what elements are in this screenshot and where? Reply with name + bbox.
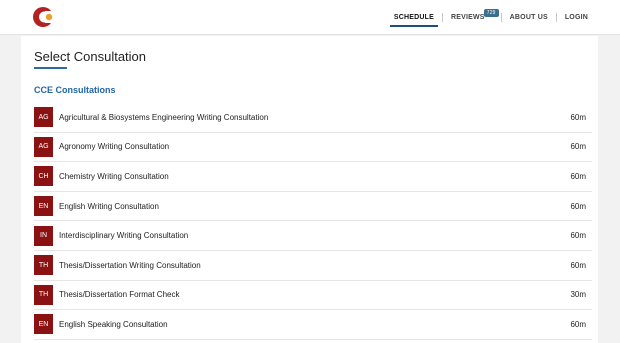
consultation-row[interactable]: EN English Speaking Consultation 60m [34, 310, 592, 340]
top-navbar: SCHEDULE REVIEWS 729 ABOUT US LOGIN [0, 0, 620, 35]
consultation-duration: 60m [570, 142, 586, 152]
consultation-row[interactable]: TH Thesis/Dissertation Format Check 30m [34, 281, 592, 311]
nav-login[interactable]: LOGIN [561, 0, 592, 35]
consultation-row[interactable]: IN Interdisciplinary Writing Consultatio… [34, 221, 592, 251]
section-title: CCE Consultations [34, 85, 116, 95]
nav-about-us[interactable]: ABOUT US [506, 0, 552, 35]
consultation-abbr-icon: EN [34, 314, 53, 335]
consultation-duration: 60m [570, 201, 586, 211]
consultation-duration: 60m [570, 171, 586, 181]
nav-reviews-label: REVIEWS [450, 14, 485, 21]
nav-reviews[interactable]: REVIEWS 729 [447, 0, 499, 35]
consultation-name: English Writing Consultation [59, 201, 159, 211]
nav-divider [441, 13, 443, 22]
consultation-row[interactable]: AG Agricultural & Biosystems Engineering… [34, 103, 592, 133]
consultation-abbr-icon: EN [34, 196, 53, 217]
consultation-name: Agronomy Writing Consultation [59, 142, 170, 152]
consultation-abbr-icon: IN [34, 225, 53, 246]
consultation-name: Thesis/Dissertation Format Check [59, 290, 180, 300]
nav-divider [500, 13, 502, 22]
consultation-row[interactable]: AG Agronomy Writing Consultation 60m [34, 133, 592, 163]
main-nav: SCHEDULE REVIEWS 729 ABOUT US LOGIN [389, 0, 592, 35]
consultation-row[interactable]: TH Thesis/Dissertation Writing Consultat… [34, 251, 592, 281]
consultation-name: Thesis/Dissertation Writing Consultation [59, 260, 201, 270]
consultation-abbr-icon: AG [34, 107, 53, 128]
nav-schedule[interactable]: SCHEDULE [389, 0, 439, 35]
consultation-abbr-icon: AG [34, 136, 53, 157]
brand-logo-icon[interactable] [32, 6, 54, 28]
page-title: Select Consultation [34, 49, 147, 64]
consultation-name: English Speaking Consultation [59, 319, 168, 329]
consultation-duration: 30m [570, 290, 586, 300]
reviews-count-badge: 729 [483, 9, 499, 17]
nav-divider [555, 13, 557, 22]
nav-about-label: ABOUT US [509, 14, 548, 21]
content-card: Select Consultation CCE Consultations AG… [21, 36, 598, 343]
consultation-row[interactable]: EN English Writing Consultation 60m [34, 192, 592, 222]
consultation-list: AG Agricultural & Biosystems Engineering… [34, 103, 592, 340]
nav-login-label: LOGIN [564, 14, 588, 21]
consultation-duration: 60m [570, 260, 586, 270]
consultation-abbr-icon: TH [34, 284, 53, 305]
consultation-abbr-icon: TH [34, 255, 53, 276]
consultation-duration: 60m [570, 319, 586, 329]
consultation-name: Interdisciplinary Writing Consultation [59, 231, 189, 241]
consultation-name: Chemistry Writing Consultation [59, 171, 169, 181]
consultation-row[interactable]: CH Chemistry Writing Consultation 60m [34, 162, 592, 192]
consultation-abbr-icon: CH [34, 166, 53, 187]
title-underline [34, 67, 67, 69]
consultation-duration: 60m [570, 112, 586, 122]
consultation-name: Agricultural & Biosystems Engineering Wr… [59, 112, 269, 122]
nav-schedule-label: SCHEDULE [393, 14, 434, 21]
consultation-duration: 60m [570, 231, 586, 241]
